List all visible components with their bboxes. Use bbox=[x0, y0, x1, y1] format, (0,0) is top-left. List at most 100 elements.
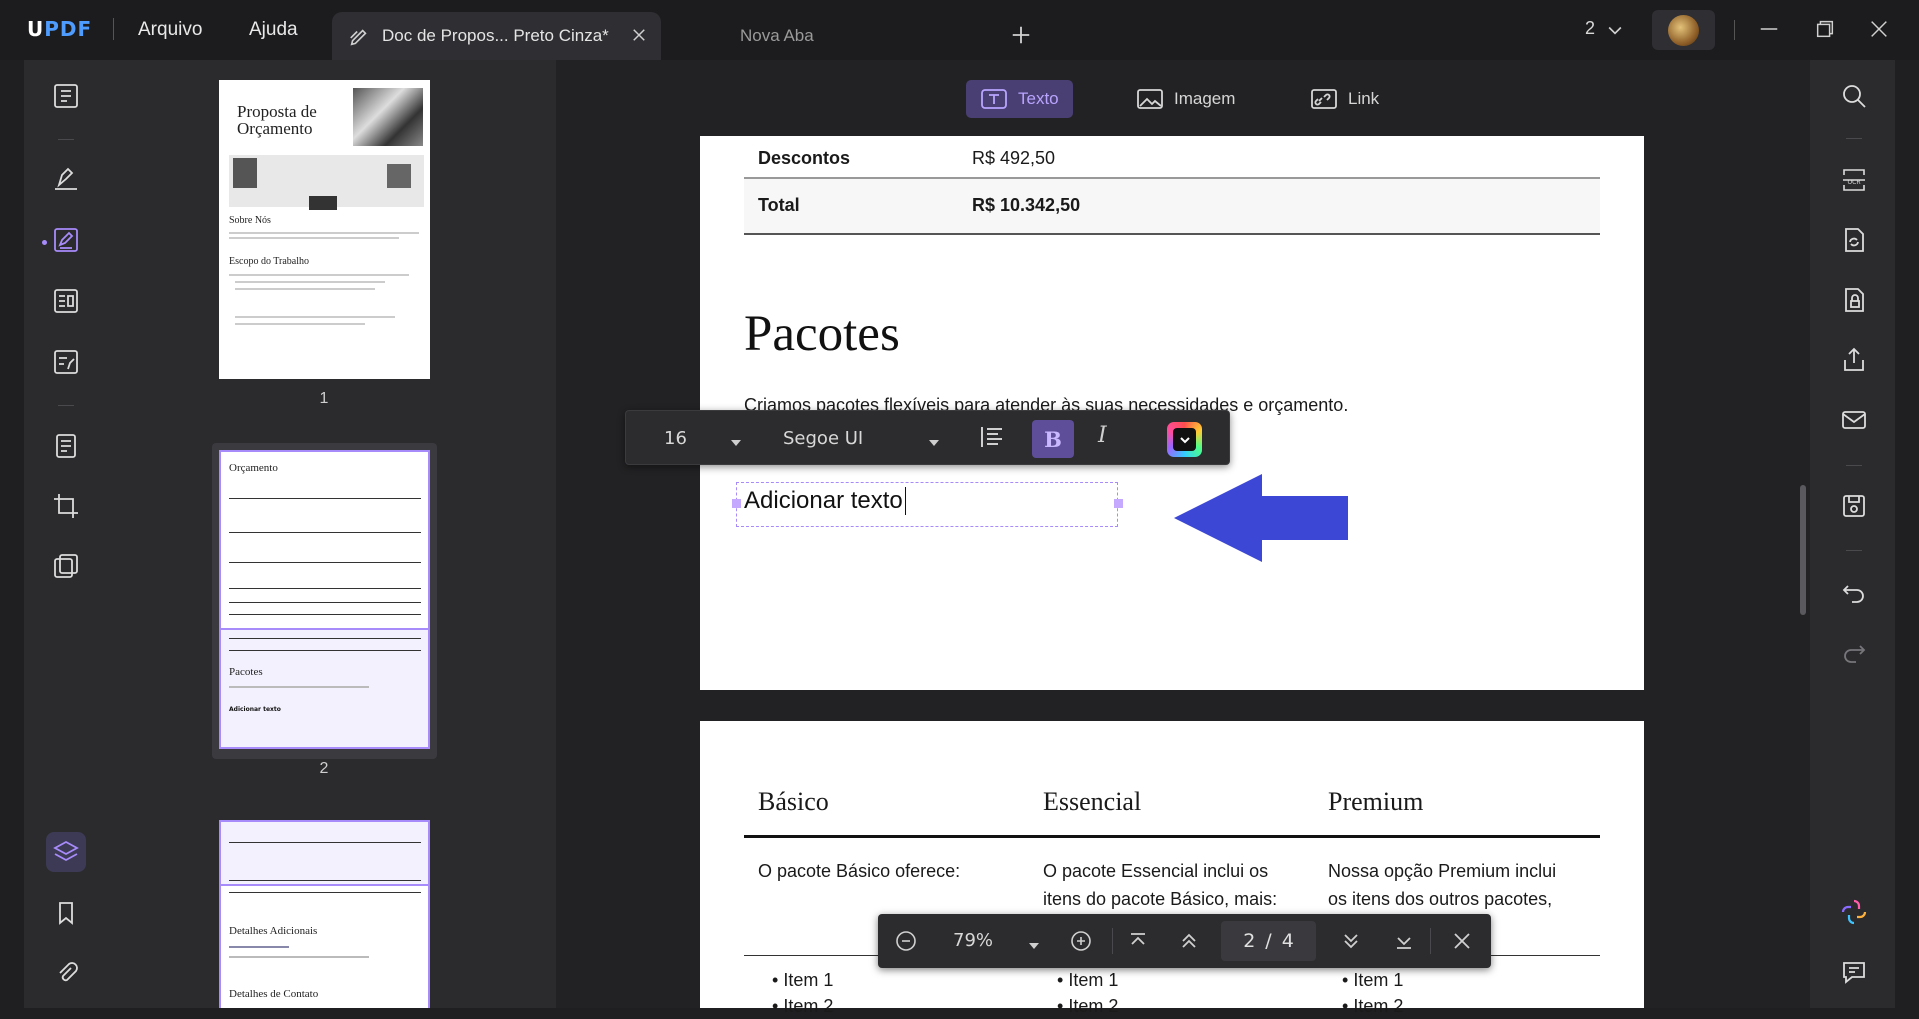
thumbnail-page-2[interactable]: Orçamento Pacotes Adicionar texto bbox=[219, 450, 430, 749]
current-page: 2 bbox=[1243, 930, 1256, 952]
redo-icon[interactable] bbox=[1834, 632, 1874, 672]
minimize-icon[interactable] bbox=[1758, 18, 1780, 44]
thumbnail-title: Proposta de Orçamento bbox=[237, 102, 317, 138]
font-family-value[interactable]: Segoe UI bbox=[783, 428, 863, 449]
divider bbox=[1734, 20, 1735, 40]
account-button[interactable] bbox=[1652, 10, 1715, 50]
image-tool-label: Imagem bbox=[1174, 89, 1236, 108]
added-text[interactable]: Adicionar texto bbox=[744, 487, 906, 515]
menu-help[interactable]: Ajuda bbox=[249, 19, 298, 41]
left-toolbar bbox=[24, 60, 108, 1008]
share-icon[interactable] bbox=[1834, 340, 1874, 380]
email-icon[interactable] bbox=[1834, 400, 1874, 440]
bookmark-icon[interactable] bbox=[46, 893, 86, 933]
thumbnail-added-text: Adicionar texto bbox=[229, 706, 281, 713]
zoom-in-icon[interactable] bbox=[1067, 927, 1095, 955]
chevron-down-icon bbox=[1173, 428, 1196, 451]
thumbnail-heading: Pacotes bbox=[229, 666, 263, 678]
comments-panel-icon[interactable] bbox=[1834, 952, 1874, 992]
thumbnail-title: Orçamento bbox=[229, 462, 278, 474]
caret-down-icon[interactable] bbox=[928, 433, 940, 452]
organize-pages-icon[interactable] bbox=[46, 426, 86, 466]
comment-icon[interactable] bbox=[46, 158, 86, 198]
color-picker-button[interactable] bbox=[1167, 422, 1202, 457]
arrow-annotation bbox=[1174, 474, 1348, 562]
restore-icon[interactable] bbox=[1814, 18, 1836, 44]
italic-button[interactable]: I bbox=[1098, 423, 1107, 448]
ocr-icon[interactable]: OCR bbox=[1834, 160, 1874, 200]
batch-icon[interactable] bbox=[46, 546, 86, 586]
reader-icon[interactable] bbox=[46, 76, 86, 116]
close-tab-icon[interactable] bbox=[630, 26, 648, 48]
avatar bbox=[1668, 15, 1699, 46]
close-icon[interactable] bbox=[1448, 927, 1476, 955]
link-tool-button[interactable]: Link bbox=[1296, 80, 1393, 118]
thumbnail-number: 2 bbox=[319, 760, 329, 777]
table-cell-label: Total bbox=[758, 195, 800, 215]
app-logo: UPDF bbox=[27, 17, 93, 41]
resize-handle[interactable] bbox=[732, 499, 741, 508]
thumbnail-heading: Detalhes de Contato bbox=[229, 988, 319, 1000]
page-layout-icon[interactable] bbox=[46, 281, 86, 321]
zoom-level[interactable]: 79% bbox=[953, 930, 993, 951]
total-pages: 4 bbox=[1281, 930, 1294, 952]
last-page-icon[interactable] bbox=[1390, 927, 1418, 955]
vertical-scrollbar[interactable] bbox=[1800, 485, 1806, 615]
add-tab-icon[interactable] bbox=[1010, 24, 1032, 50]
table-cell-label: Descontos bbox=[758, 148, 851, 168]
search-icon[interactable] bbox=[1834, 76, 1874, 116]
caret-down-icon[interactable] bbox=[1028, 936, 1040, 955]
text-tool-button[interactable]: Texto bbox=[966, 80, 1073, 118]
previous-page-icon[interactable] bbox=[1175, 927, 1203, 955]
thumbnail-page-3[interactable]: Detalhes Adicionais Detalhes de Contato bbox=[219, 820, 430, 1008]
list-item: • Item 1 • Item 2 bbox=[772, 970, 834, 1016]
text-format-bar: 16 Segoe UI B I bbox=[625, 410, 1230, 465]
column-title: Essencial bbox=[1043, 787, 1142, 816]
protect-icon[interactable] bbox=[1834, 280, 1874, 320]
text-tool-label: Texto bbox=[1018, 89, 1059, 108]
thumbnail-page-1[interactable]: Proposta de Orçamento Sobre Nós Escopo d… bbox=[219, 80, 430, 379]
title-bar: UPDF Arquivo Ajuda Doc de Propos... Pret… bbox=[0, 0, 1919, 60]
layers-icon[interactable] bbox=[46, 832, 86, 872]
document-count[interactable]: 2 bbox=[1585, 18, 1595, 39]
bold-button[interactable]: B bbox=[1032, 420, 1074, 458]
column-title: Premium bbox=[1328, 787, 1424, 816]
close-window-icon[interactable] bbox=[1868, 18, 1890, 44]
ai-assistant-icon[interactable] bbox=[1834, 892, 1874, 932]
section-heading: Pacotes bbox=[744, 306, 900, 362]
edit-icon bbox=[348, 26, 370, 52]
resize-handle[interactable] bbox=[1114, 499, 1123, 508]
tab-document[interactable]: Doc de Propos... Preto Cinza* bbox=[332, 12, 661, 60]
thumbnail-heading: Escopo do Trabalho bbox=[229, 256, 309, 267]
column-title: Básico bbox=[758, 787, 829, 816]
divider bbox=[113, 18, 114, 40]
font-size-value[interactable]: 16 bbox=[664, 428, 687, 449]
svg-text:OCR: OCR bbox=[1847, 179, 1860, 186]
caret-down-icon[interactable] bbox=[730, 433, 742, 452]
right-toolbar: OCR bbox=[1810, 60, 1895, 1008]
thumbnail-heading: Detalhes Adicionais bbox=[229, 925, 318, 937]
align-left-icon[interactable] bbox=[979, 425, 1005, 453]
crop-icon[interactable] bbox=[46, 486, 86, 526]
menu-file[interactable]: Arquivo bbox=[138, 19, 202, 41]
tab-new[interactable]: Nova Aba bbox=[740, 26, 814, 46]
page-separator: / bbox=[1265, 930, 1272, 952]
undo-icon[interactable] bbox=[1834, 572, 1874, 612]
convert-icon[interactable] bbox=[1834, 220, 1874, 260]
link-tool-label: Link bbox=[1348, 89, 1380, 108]
next-page-icon[interactable] bbox=[1337, 927, 1365, 955]
zoom-out-icon[interactable] bbox=[892, 927, 920, 955]
save-icon[interactable] bbox=[1834, 486, 1874, 526]
column-text: Nossa opção Premium inclui os itens dos o… bbox=[1328, 861, 1557, 909]
chevron-down-icon[interactable] bbox=[1605, 20, 1625, 44]
column-text: O pacote Básico oferece: bbox=[758, 861, 961, 881]
image-tool-button[interactable]: Imagem bbox=[1122, 80, 1249, 118]
first-page-icon[interactable] bbox=[1124, 927, 1152, 955]
rule bbox=[744, 835, 1600, 838]
page-number-input[interactable]: 2 / 4 bbox=[1221, 921, 1316, 961]
form-icon[interactable] bbox=[46, 342, 86, 382]
column-text: O pacote Essencial inclui os itens do pac… bbox=[1043, 861, 1278, 909]
edit-pdf-icon[interactable] bbox=[46, 220, 86, 260]
table-row-total bbox=[744, 177, 1600, 235]
attachment-icon[interactable] bbox=[46, 953, 86, 993]
